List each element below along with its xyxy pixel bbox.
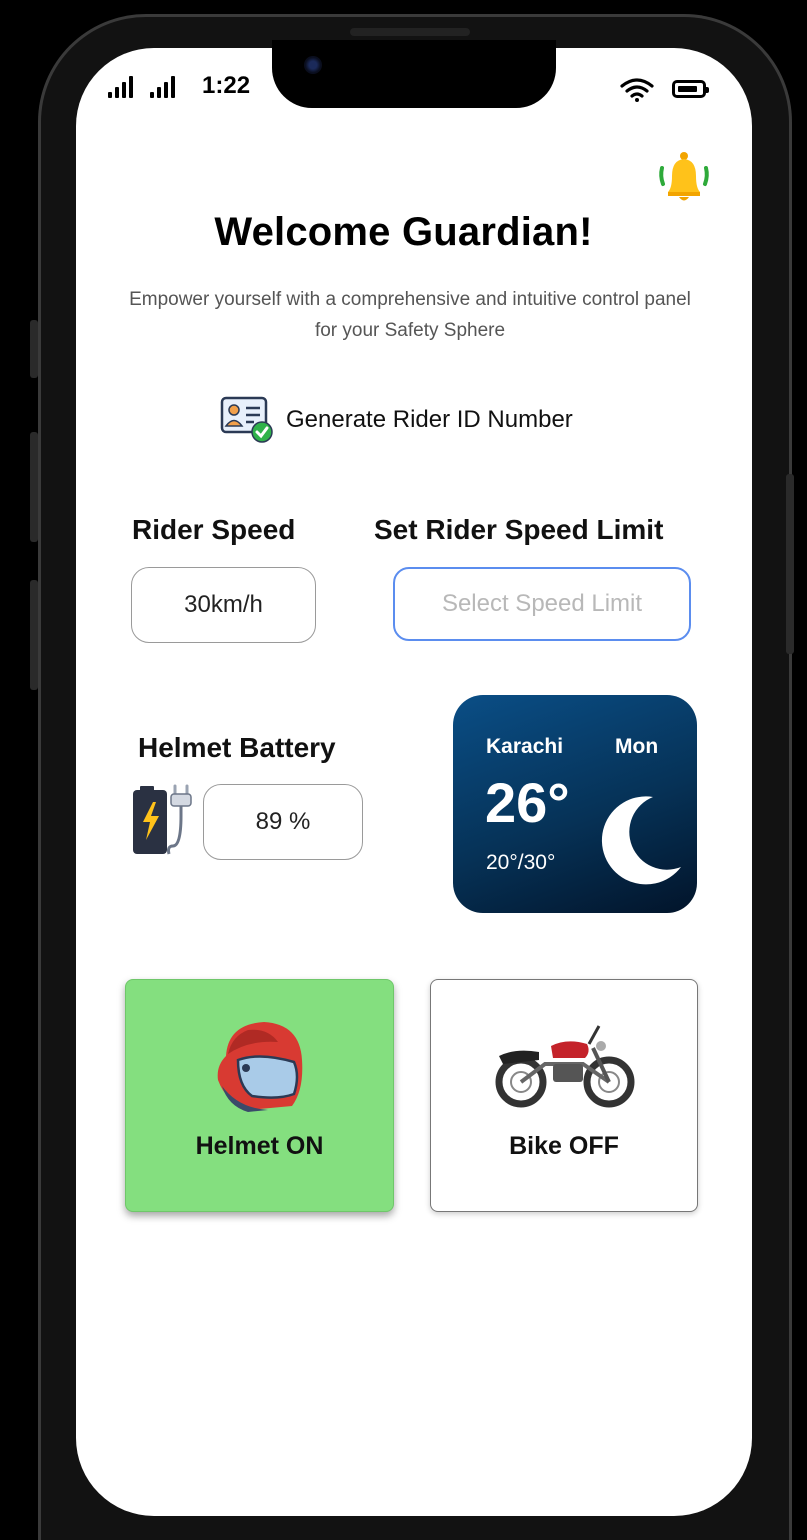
- battery-charging-icon: [133, 784, 192, 855]
- weather-city: Karachi: [486, 735, 564, 758]
- helmet-status-card[interactable]: Helmet ON: [125, 979, 394, 1212]
- side-button-mute: [30, 320, 38, 378]
- rider-speed-label: Rider Speed: [132, 514, 296, 545]
- bike-status-card[interactable]: Bike OFF: [430, 979, 698, 1212]
- weather-widget[interactable]: Karachi Mon 26° 20°/30°: [453, 695, 697, 913]
- page-title: Welcome Guardian!: [214, 210, 593, 254]
- id-card-verified-icon: [220, 396, 273, 443]
- speed-limit-label: Set Rider Speed Limit: [374, 514, 664, 545]
- helmet-icon: [217, 1022, 303, 1112]
- cell-signal-icon-secondary: [150, 76, 175, 98]
- helmet-status-label: Helmet ON: [195, 1132, 324, 1160]
- status-time: 1:22: [202, 72, 251, 99]
- battery-status-icon: [672, 80, 709, 98]
- side-button-volume-down: [30, 580, 38, 690]
- wifi-icon: [620, 78, 654, 102]
- cell-signal-icon: [108, 76, 133, 98]
- weather-day: Mon: [615, 735, 659, 758]
- camera-icon: [304, 56, 322, 74]
- weather-temperature: 26°: [485, 771, 570, 834]
- motorcycle-icon: [495, 1025, 635, 1108]
- side-button-power: [786, 474, 794, 654]
- side-button-volume-up: [30, 432, 38, 542]
- page-subtitle: Empower yourself with a comprehensive an…: [129, 289, 691, 341]
- bike-status-label: Bike OFF: [509, 1132, 619, 1160]
- speaker-grille: [350, 28, 470, 36]
- moon-icon: [601, 796, 681, 885]
- notification-bell-icon[interactable]: [654, 148, 714, 208]
- generate-rider-id-label: Generate Rider ID Number: [286, 406, 573, 433]
- generate-rider-id-button[interactable]: Generate Rider ID Number: [220, 396, 573, 444]
- speed-limit-select[interactable]: [393, 567, 691, 641]
- helmet-battery-label: Helmet Battery: [138, 732, 336, 763]
- rider-speed-field: 30km/h: [131, 567, 316, 643]
- notch: [272, 40, 556, 108]
- weather-range: 20°/30°: [486, 851, 556, 874]
- helmet-battery-field: 89 %: [203, 784, 363, 860]
